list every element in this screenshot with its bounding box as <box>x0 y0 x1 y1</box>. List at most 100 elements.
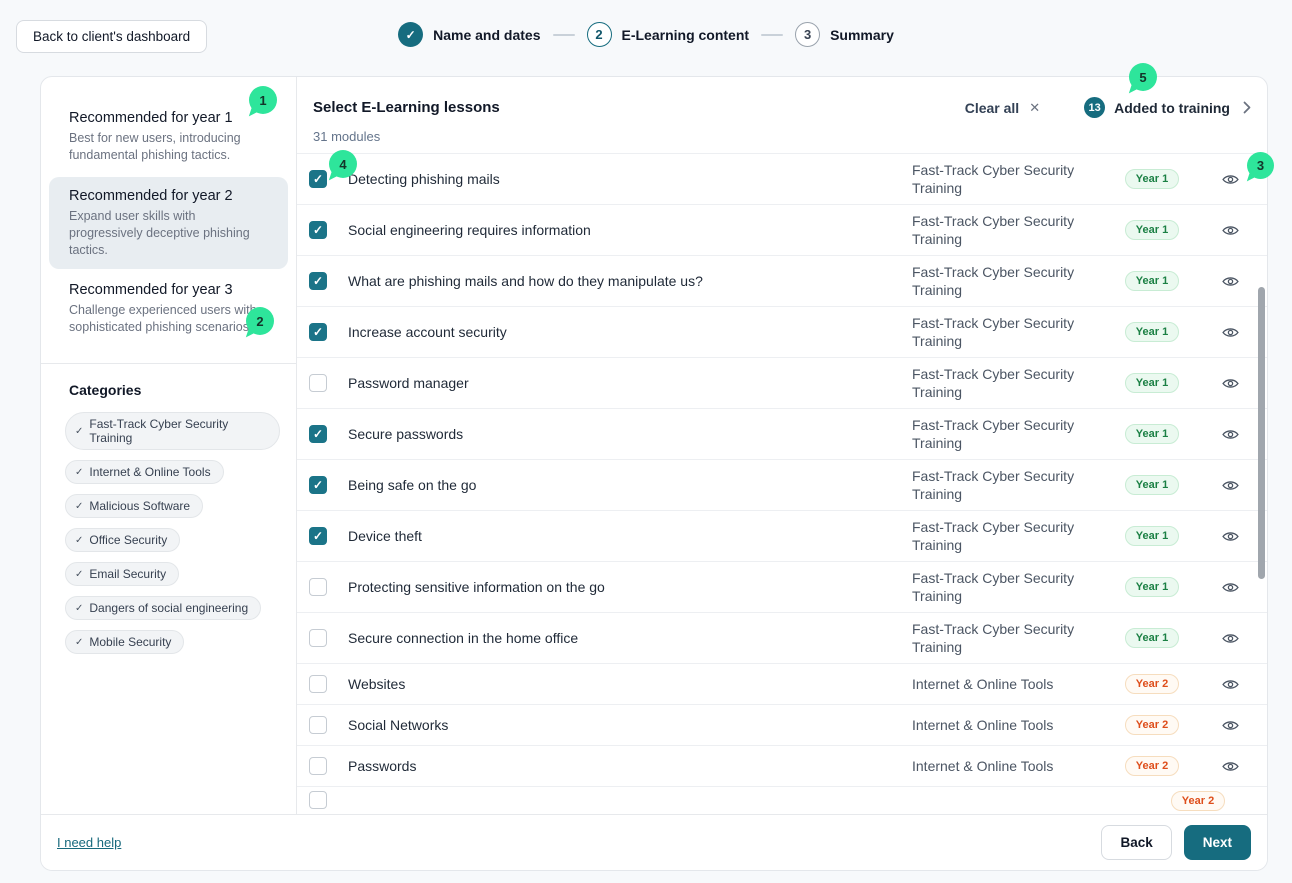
lesson-category: Fast-Track Cyber Security Training <box>912 518 1097 554</box>
wizard-card: Recommended for year 1 Best for new user… <box>40 76 1268 871</box>
lesson-title: Secure connection in the home office <box>327 630 912 646</box>
eye-icon[interactable] <box>1220 273 1241 290</box>
year-badge: Year 1 <box>1125 424 1179 444</box>
eye-icon[interactable] <box>1220 375 1241 392</box>
year-badge: Year 2 <box>1125 756 1179 776</box>
lesson-category: Fast-Track Cyber Security Training <box>912 212 1097 248</box>
lesson-title: Increase account security <box>327 324 912 340</box>
year-cell: Year 1 <box>1097 322 1207 342</box>
help-link[interactable]: I need help <box>57 835 121 850</box>
lesson-checkbox[interactable] <box>309 578 327 596</box>
lesson-title: Device theft <box>327 528 912 544</box>
eye-icon[interactable] <box>1220 477 1241 494</box>
step-summary[interactable]: 3 Summary <box>795 22 894 47</box>
year-cell: Year 1 <box>1097 373 1207 393</box>
eye-icon[interactable] <box>1220 222 1241 239</box>
top-bar: Back to client's dashboard ✓ Name and da… <box>0 0 1292 76</box>
check-icon: ✓ <box>75 501 83 512</box>
year-badge: Year 1 <box>1125 169 1179 189</box>
next-button[interactable]: Next <box>1184 825 1251 860</box>
table-row: Year 2 <box>297 787 1267 814</box>
category-chip-label: Email Security <box>89 567 166 581</box>
lesson-title: Being safe on the go <box>327 477 912 493</box>
eye-icon[interactable] <box>1220 171 1241 188</box>
added-to-training-button[interactable]: 13 Added to training <box>1084 97 1251 118</box>
recommendation-year-2[interactable]: Recommended for year 2 Expand user skill… <box>49 177 288 270</box>
clear-all-x-icon[interactable]: ✕ <box>1029 100 1040 116</box>
lesson-category: Internet & Online Tools <box>912 675 1097 693</box>
step-label: Summary <box>830 27 894 43</box>
year-cell: Year 2 <box>1097 715 1207 735</box>
category-chip-label: Mobile Security <box>89 635 171 649</box>
year-cell: Year 1 <box>1097 424 1207 444</box>
lesson-checkbox[interactable]: ✓ <box>309 170 327 188</box>
year-cell: Year 1 <box>1097 169 1207 189</box>
year-badge: Year 1 <box>1125 577 1179 597</box>
table-row: ✓Device theftFast-Track Cyber Security T… <box>297 511 1267 562</box>
clear-all-label: Clear all <box>965 100 1019 116</box>
eye-icon[interactable] <box>1220 324 1241 341</box>
eye-icon[interactable] <box>1220 630 1241 647</box>
check-icon: ✓ <box>75 467 83 478</box>
eye-icon[interactable] <box>1220 579 1241 596</box>
tooltip-badge-4: 4 <box>329 150 357 178</box>
category-chip[interactable]: ✓Office Security <box>65 528 180 552</box>
lesson-category: Fast-Track Cyber Security Training <box>912 263 1097 299</box>
modules-count: 31 modules <box>313 129 1251 144</box>
category-chip[interactable]: ✓ Email Security <box>65 562 179 586</box>
eye-icon[interactable] <box>1220 676 1241 693</box>
lesson-checkbox[interactable]: ✓ <box>309 221 327 239</box>
eye-icon[interactable] <box>1220 717 1241 734</box>
check-icon: ✓ <box>75 569 83 580</box>
lessons-table-rows: ✓Detecting phishing mailsFast-Track Cybe… <box>297 153 1267 814</box>
lesson-checkbox[interactable] <box>309 675 327 693</box>
lessons-table: ✓Detecting phishing mailsFast-Track Cybe… <box>297 153 1267 814</box>
scrollbar-thumb[interactable] <box>1258 287 1265 579</box>
lesson-checkbox[interactable]: ✓ <box>309 476 327 494</box>
table-row: WebsitesInternet & Online ToolsYear 2 <box>297 664 1267 705</box>
eye-icon[interactable] <box>1220 758 1241 775</box>
clear-all-button[interactable]: Clear all ✕ <box>965 100 1040 116</box>
step-label: E-Learning content <box>622 27 750 43</box>
eye-cell <box>1207 171 1253 188</box>
category-chip[interactable]: ✓Internet & Online Tools <box>65 460 224 484</box>
eye-cell <box>1207 717 1253 734</box>
step-name-and-dates[interactable]: ✓ Name and dates <box>398 22 540 47</box>
lesson-checkbox[interactable]: ✓ <box>309 323 327 341</box>
added-count-badge: 13 <box>1084 97 1105 118</box>
lesson-category: Fast-Track Cyber Security Training <box>912 416 1097 452</box>
step-elearning-content[interactable]: 2 E-Learning content <box>587 22 750 47</box>
lesson-checkbox[interactable]: ✓ <box>309 272 327 290</box>
category-chip[interactable]: ✓Dangers of social engineering <box>65 596 261 620</box>
table-row: ✓Being safe on the goFast-Track Cyber Se… <box>297 460 1267 511</box>
year-badge: Year 2 <box>1125 674 1179 694</box>
lesson-checkbox[interactable] <box>309 791 327 809</box>
category-chip[interactable]: ✓Malicious Software <box>65 494 203 518</box>
lesson-category: Fast-Track Cyber Security Training <box>912 161 1097 197</box>
category-chip-label: Dangers of social engineering <box>89 601 248 615</box>
lesson-checkbox[interactable] <box>309 757 327 775</box>
table-row: ✓Social engineering requires information… <box>297 205 1267 256</box>
lesson-title: Detecting phishing mails <box>327 171 912 187</box>
back-button[interactable]: Back <box>1101 825 1171 860</box>
table-row: ✓Increase account securityFast-Track Cyb… <box>297 307 1267 358</box>
step-number: 3 <box>795 22 820 47</box>
eye-icon[interactable] <box>1220 426 1241 443</box>
year-cell: Year 1 <box>1097 628 1207 648</box>
lesson-checkbox[interactable] <box>309 629 327 647</box>
card-footer: I need help Back Next <box>41 814 1267 870</box>
category-chip[interactable]: ✓Mobile Security <box>65 630 184 654</box>
lesson-title: Password manager <box>327 375 912 391</box>
lesson-checkbox[interactable] <box>309 716 327 734</box>
tooltip-badge-3: 3 <box>1247 152 1274 179</box>
lesson-checkbox[interactable]: ✓ <box>309 425 327 443</box>
tooltip-badge-2: 2 <box>246 307 274 335</box>
lesson-checkbox[interactable]: ✓ <box>309 527 327 545</box>
eye-cell <box>1207 477 1253 494</box>
category-chip[interactable]: ✓Fast-Track Cyber Security Training <box>65 412 280 450</box>
eye-icon[interactable] <box>1220 528 1241 545</box>
table-row: Social NetworksInternet & Online ToolsYe… <box>297 705 1267 746</box>
year-badge: Year 1 <box>1125 220 1179 240</box>
lesson-checkbox[interactable] <box>309 374 327 392</box>
lesson-title: What are phishing mails and how do they … <box>327 273 912 289</box>
